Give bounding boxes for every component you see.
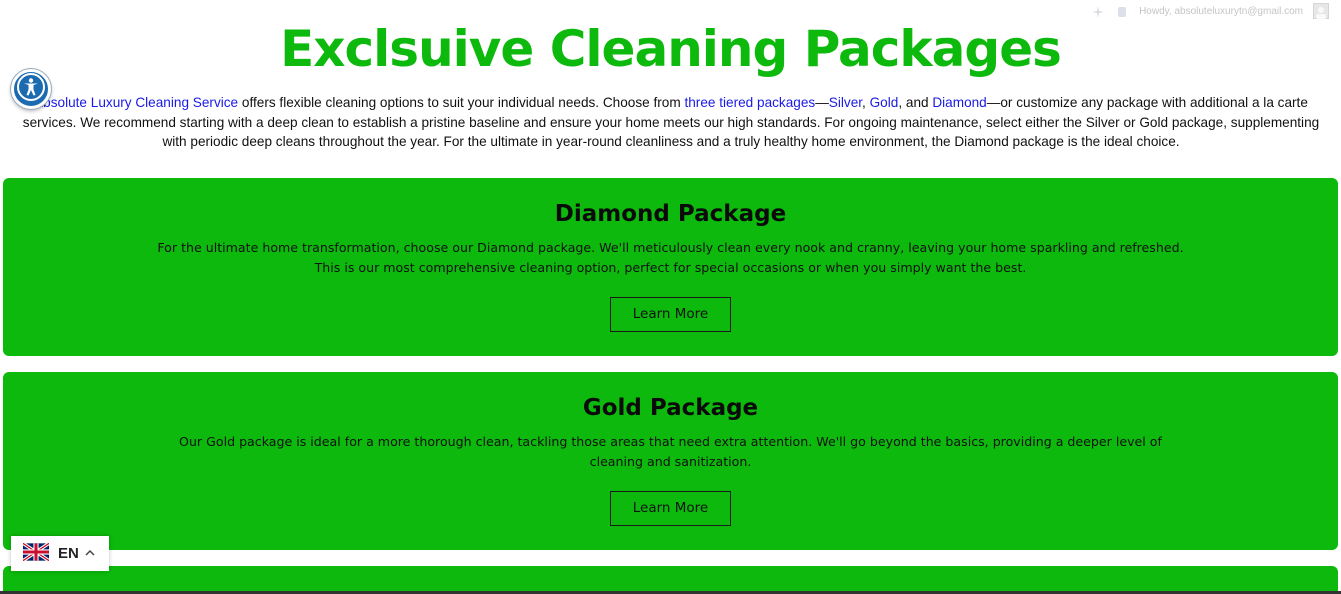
intro-text-4: , and — [898, 95, 933, 110]
intro-text-1: offers flexible cleaning options to suit… — [238, 95, 685, 110]
intro-paragraph: Absolute Luxury Cleaning Service offers … — [12, 93, 1330, 152]
next-package-card — [3, 566, 1338, 594]
silver-link[interactable]: Silver — [829, 95, 862, 110]
package-description: For the ultimate home transformation, ch… — [157, 240, 1184, 275]
learn-more-button[interactable]: Learn More — [610, 491, 731, 526]
accessibility-icon — [16, 72, 46, 106]
accessibility-button[interactable] — [11, 69, 51, 109]
language-code: EN — [58, 545, 79, 562]
learn-more-button[interactable]: Learn More — [610, 297, 731, 332]
page-title: Exclsuive Cleaning Packages — [280, 20, 1062, 78]
chevron-up-icon — [85, 547, 95, 560]
diamond-package-card: Diamond Package For the ultimate home tr… — [3, 178, 1338, 356]
package-description: Our Gold package is ideal for a more tho… — [179, 434, 1162, 469]
intro-text-3: , — [862, 95, 870, 110]
brand-link[interactable]: Absolute Luxury Cleaning Service — [34, 95, 238, 110]
language-switcher[interactable]: EN — [11, 536, 109, 571]
intro-text-2: — — [815, 95, 829, 110]
diamond-link[interactable]: Diamond — [932, 95, 986, 110]
tiered-packages-link[interactable]: three tiered packages — [684, 95, 815, 110]
uk-flag-icon — [22, 541, 50, 565]
package-title: Gold Package — [582, 395, 759, 421]
package-title: Diamond Package — [554, 201, 787, 227]
gold-link[interactable]: Gold — [870, 95, 899, 110]
gold-package-card: Gold Package Our Gold package is ideal f… — [3, 372, 1338, 550]
